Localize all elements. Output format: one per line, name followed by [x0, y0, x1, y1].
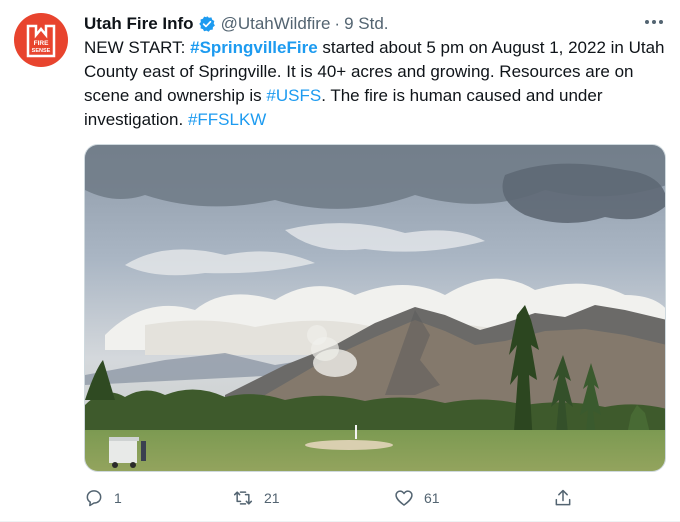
like-count: 61 — [424, 490, 440, 506]
tweet-text: NEW START: #SpringvilleFire started abou… — [84, 36, 674, 132]
text-part: NEW START: — [84, 38, 191, 57]
handle[interactable]: @UtahWildfire — [221, 14, 331, 34]
hashtag-usfs[interactable]: #USFS — [266, 86, 321, 105]
more-dots-icon — [645, 20, 663, 24]
wildfire-landscape-photo — [85, 145, 665, 471]
tweet-actions: 1 21 61 — [84, 484, 584, 512]
svg-text:FIRE: FIRE — [34, 40, 49, 47]
reply-button[interactable]: 1 — [84, 484, 122, 512]
retweet-button[interactable]: 21 — [232, 484, 280, 512]
reply-count: 1 — [114, 490, 122, 506]
share-icon — [555, 489, 571, 506]
hashtag-ffslkw[interactable]: #FFSLKW — [188, 110, 266, 129]
share-button[interactable] — [553, 484, 573, 512]
retweet-count: 21 — [264, 490, 280, 506]
fire-sense-logo: FIRE SENSE — [26, 24, 56, 58]
display-name[interactable]: Utah Fire Info — [84, 14, 194, 34]
retweet-icon — [233, 491, 253, 505]
avatar[interactable]: FIRE SENSE — [14, 13, 68, 67]
timestamp[interactable]: 9 Std. — [344, 14, 388, 34]
more-button[interactable] — [642, 11, 666, 33]
verified-badge-icon — [198, 16, 215, 32]
heart-icon — [395, 490, 413, 506]
separator-dot: · — [334, 14, 341, 33]
svg-text:SENSE: SENSE — [32, 48, 51, 54]
hashtag-springvillefire[interactable]: #SpringvilleFire — [190, 38, 318, 57]
tweet-photo[interactable] — [84, 144, 666, 472]
reply-bubble-icon — [86, 490, 102, 507]
like-button[interactable]: 61 — [394, 484, 440, 512]
tweet-header: Utah Fire Info @UtahWildfire · 9 Std. — [84, 13, 664, 35]
